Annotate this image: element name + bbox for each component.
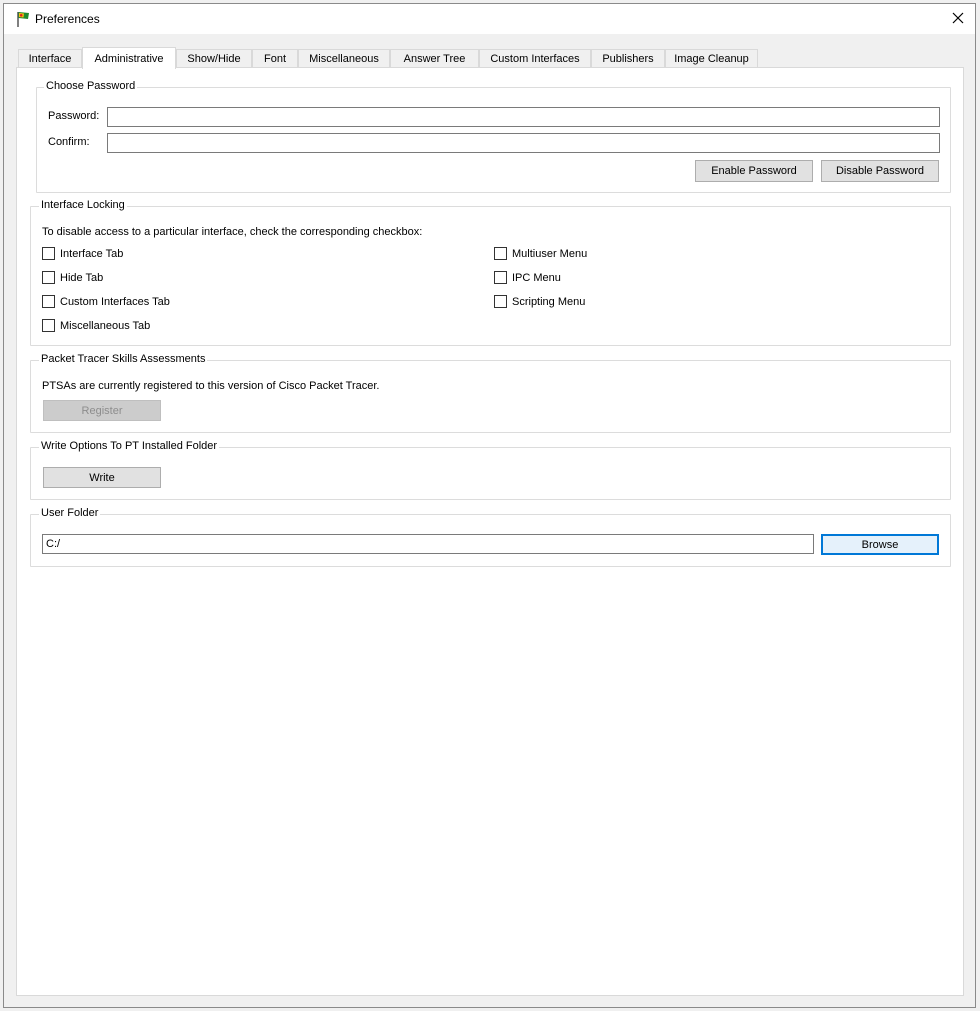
tab-answer-tree[interactable]: Answer Tree [390, 49, 479, 68]
tab-custom-interfaces[interactable]: Custom Interfaces [479, 49, 591, 68]
password-label: Password: [48, 110, 100, 122]
interface-tab-checkbox[interactable] [42, 247, 55, 260]
scripting-menu-label[interactable]: Scripting Menu [512, 296, 585, 308]
choose-password-group: Choose Password Password: Confirm: Enabl… [36, 80, 951, 193]
hide-tab-label[interactable]: Hide Tab [60, 272, 103, 284]
register-button[interactable]: Register [43, 400, 161, 421]
write-button[interactable]: Write [43, 467, 161, 488]
interface-locking-title: Interface Locking [39, 199, 127, 211]
preferences-window: Preferences Interface Administrative Sho… [3, 3, 976, 1008]
hide-tab-checkbox[interactable] [42, 271, 55, 284]
window-title: Preferences [35, 12, 100, 26]
confirm-field[interactable] [107, 133, 940, 153]
browse-button[interactable]: Browse [821, 534, 939, 555]
multiuser-menu-label[interactable]: Multiuser Menu [512, 248, 587, 260]
write-options-title: Write Options To PT Installed Folder [39, 440, 220, 452]
user-folder-group: User Folder C:/ Browse [30, 507, 951, 567]
tab-interface[interactable]: Interface [18, 49, 82, 68]
miscellaneous-tab-label[interactable]: Miscellaneous Tab [60, 320, 150, 332]
ipc-menu-label[interactable]: IPC Menu [512, 272, 561, 284]
tab-font[interactable]: Font [252, 49, 298, 68]
ptsa-title: Packet Tracer Skills Assessments [39, 353, 208, 365]
custom-interfaces-tab-label[interactable]: Custom Interfaces Tab [60, 296, 170, 308]
title-bar: Preferences [4, 4, 975, 34]
locking-instruction: To disable access to a particular interf… [42, 226, 423, 238]
scripting-menu-checkbox[interactable] [494, 295, 507, 308]
interface-locking-group: Interface Locking To disable access to a… [30, 199, 951, 346]
interface-tab-label[interactable]: Interface Tab [60, 248, 123, 260]
custom-interfaces-tab-checkbox[interactable] [42, 295, 55, 308]
tab-publishers[interactable]: Publishers [591, 49, 665, 68]
administrative-panel: Choose Password Password: Confirm: Enabl… [16, 67, 964, 996]
tab-image-cleanup[interactable]: Image Cleanup [665, 49, 758, 68]
user-folder-path-field[interactable]: C:/ [42, 534, 814, 554]
tab-administrative[interactable]: Administrative [82, 47, 176, 69]
confirm-label: Confirm: [48, 136, 90, 148]
tab-miscellaneous[interactable]: Miscellaneous [298, 49, 390, 68]
ptsa-status: PTSAs are currently registered to this v… [42, 380, 380, 392]
tab-show-hide[interactable]: Show/Hide [176, 49, 252, 68]
close-button[interactable] [941, 4, 975, 34]
enable-password-button[interactable]: Enable Password [695, 160, 813, 182]
password-field[interactable] [107, 107, 940, 127]
write-options-group: Write Options To PT Installed Folder Wri… [30, 440, 951, 500]
multiuser-menu-checkbox[interactable] [494, 247, 507, 260]
disable-password-button[interactable]: Disable Password [821, 160, 939, 182]
ptsa-group: Packet Tracer Skills Assessments PTSAs a… [30, 353, 951, 433]
close-icon [952, 12, 964, 27]
ipc-menu-checkbox[interactable] [494, 271, 507, 284]
miscellaneous-tab-checkbox[interactable] [42, 319, 55, 332]
packet-tracer-flag-icon [14, 10, 32, 28]
user-folder-title: User Folder [39, 507, 101, 519]
choose-password-title: Choose Password [44, 80, 138, 92]
